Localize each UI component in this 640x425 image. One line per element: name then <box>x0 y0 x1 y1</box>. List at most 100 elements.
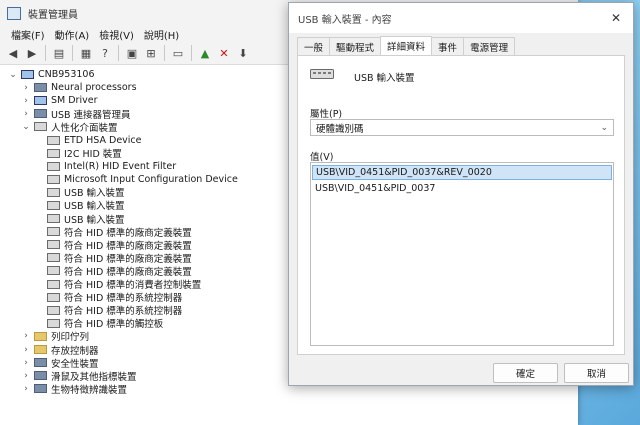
monitor-icon <box>34 96 47 106</box>
chevron-right-icon[interactable]: › <box>21 384 31 394</box>
add-device-icon[interactable]: ▲ <box>196 44 214 62</box>
tab-power-management[interactable]: 電源管理 <box>463 37 516 55</box>
hid-icon <box>47 135 60 145</box>
property-label: 屬性(P) <box>310 109 343 120</box>
properties-icon[interactable]: ▦ <box>77 44 95 62</box>
printer-icon <box>34 331 47 341</box>
property-dropdown[interactable]: 硬體識別碼 ⌄ <box>310 119 614 136</box>
property-selected-value: 硬體識別碼 <box>316 123 364 135</box>
ok-button[interactable]: 確定 <box>493 363 558 383</box>
hid-icon <box>47 292 60 302</box>
value-list[interactable]: USB\VID_0451&PID_0037&REV_0020 USB\VID_04… <box>310 162 614 346</box>
chip-icon <box>34 83 47 93</box>
hid-icon <box>47 227 60 237</box>
download-arrow-icon[interactable]: ⬇ <box>234 44 252 62</box>
tree-item-label: 存放控制器 <box>51 345 99 357</box>
tree-item-label: 符合 HID 標準的廠商定義裝置 <box>64 266 192 278</box>
device-name: USB 輸入裝置 <box>354 73 415 84</box>
hid-icon <box>47 187 60 197</box>
hid-icon <box>47 161 60 171</box>
chevron-down-icon[interactable]: ⌄ <box>21 122 31 132</box>
monitor-icon[interactable]: ▭ <box>169 44 187 62</box>
tree-item-label: Intel(R) HID Event Filter <box>64 160 177 172</box>
chevron-right-icon[interactable]: › <box>21 96 31 106</box>
tree-item-label: 符合 HID 標準的觸控板 <box>64 319 164 331</box>
menu-file[interactable]: 檔案(F) <box>6 27 50 42</box>
properties-dialog: USB 輸入裝置 - 內容 ✕ 一般 驅動程式 詳細資料 事件 電源管理 USB… <box>288 2 634 386</box>
cancel-button[interactable]: 取消 <box>564 363 629 383</box>
hid-icon <box>47 305 60 315</box>
scan-hardware-icon[interactable]: ⊞ <box>142 44 160 62</box>
chevron-right-icon[interactable]: › <box>21 331 31 341</box>
tree-item-label: USB 輸入裝置 <box>64 201 125 213</box>
tab-general[interactable]: 一般 <box>297 37 331 55</box>
chevron-down-icon: ⌄ <box>600 122 608 133</box>
devmgr-title: 裝置管理員 <box>28 9 78 21</box>
tree-item-label: USB 輸入裝置 <box>64 214 125 226</box>
chevron-right-icon[interactable]: › <box>21 345 31 355</box>
tree-item-label: CNB953106 <box>38 69 95 81</box>
tree-item-label: 列印佇列 <box>51 332 90 344</box>
tree-view-icon[interactable]: ▤ <box>50 44 68 62</box>
toolbar-separator <box>118 45 119 61</box>
forward-arrow-icon[interactable]: ▶ <box>23 44 41 62</box>
security-icon <box>34 358 47 368</box>
uninstall-x-icon[interactable]: ✕ <box>215 44 233 62</box>
toolbar-separator <box>191 45 192 61</box>
chevron-right-icon[interactable]: › <box>21 358 31 368</box>
usb-icon <box>34 109 47 119</box>
chevron-right-icon[interactable]: › <box>21 371 31 381</box>
hid-icon <box>47 253 60 263</box>
chevron-right-icon[interactable]: › <box>21 109 31 119</box>
update-driver-icon[interactable]: ▣ <box>123 44 141 62</box>
hid-icon <box>47 148 60 158</box>
dialog-tabs: 一般 驅動程式 詳細資料 事件 電源管理 <box>297 36 516 56</box>
tree-item-label: 符合 HID 標準的系統控制器 <box>64 293 183 305</box>
tree-item-label: I2C HID 裝置 <box>64 149 122 161</box>
details-panel: USB 輸入裝置 屬性(P) 硬體識別碼 ⌄ 值(V) USB\VID_0451… <box>297 55 625 355</box>
value-label: 值(V) <box>310 152 334 163</box>
tab-driver[interactable]: 驅動程式 <box>329 37 382 55</box>
keyboard-device-icon <box>310 69 334 79</box>
tab-events[interactable]: 事件 <box>431 37 465 55</box>
close-icon[interactable]: ✕ <box>599 3 633 33</box>
menu-help[interactable]: 說明(H) <box>139 27 184 42</box>
tab-details[interactable]: 詳細資料 <box>380 36 433 56</box>
tree-item-label: 符合 HID 標準的廠商定義裝置 <box>64 253 192 265</box>
computer-icon <box>21 70 34 80</box>
toolbar-separator <box>164 45 165 61</box>
tree-item-label: 生物特徵辨識裝置 <box>51 384 128 396</box>
tree-item-label: USB 連接器管理員 <box>51 109 131 121</box>
storage-icon <box>34 345 47 355</box>
value-list-item[interactable]: USB\VID_0451&PID_0037 <box>312 182 612 195</box>
device-manager-app-icon <box>7 6 21 20</box>
help-icon[interactable]: ? <box>96 44 114 62</box>
chevron-right-icon[interactable]: › <box>21 83 31 93</box>
menu-view[interactable]: 檢視(V) <box>94 27 139 42</box>
hid-icon <box>47 279 60 289</box>
hid-icon <box>47 214 60 224</box>
menu-action[interactable]: 動作(A) <box>50 27 95 42</box>
value-list-item[interactable]: USB\VID_0451&PID_0037&REV_0020 <box>312 165 612 180</box>
tree-item-label: Neural processors <box>51 82 137 94</box>
biometric-icon <box>34 384 47 394</box>
tree-item-label: Microsoft Input Configuration Device <box>64 173 238 185</box>
toolbar-separator <box>72 45 73 61</box>
tree-item-label: 人性化介面裝置 <box>51 122 118 134</box>
tree-item-label: 符合 HID 標準的廠商定義裝置 <box>64 227 192 239</box>
back-arrow-icon[interactable]: ◀ <box>4 44 22 62</box>
dialog-titlebar: USB 輸入裝置 - 內容 ✕ <box>289 3 633 33</box>
chevron-down-icon[interactable]: ⌄ <box>8 70 18 80</box>
tree-item-label: USB 輸入裝置 <box>64 188 125 200</box>
tree-item-label: ETD HSA Device <box>64 134 142 146</box>
hid-icon <box>47 200 60 210</box>
hid-icon <box>47 266 60 276</box>
mouse-icon <box>34 371 47 381</box>
tree-item-label: SM Driver <box>51 95 98 107</box>
hid-icon <box>47 240 60 250</box>
toolbar-separator <box>45 45 46 61</box>
tree-item-label: 安全性裝置 <box>51 358 99 370</box>
tree-item-label: 符合 HID 標準的廠商定義裝置 <box>64 240 192 252</box>
hid-icon <box>47 318 60 328</box>
tree-item-label: 符合 HID 標準的消費者控制裝置 <box>64 280 202 292</box>
